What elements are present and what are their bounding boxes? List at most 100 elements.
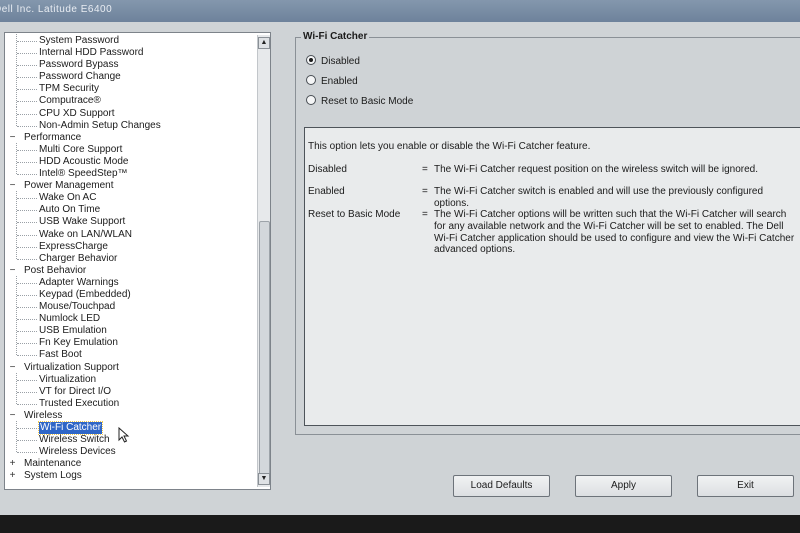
tree-item[interactable]: Internal HDD Password [5,46,255,60]
tree-connector [17,198,37,200]
tree-item[interactable]: CPU XD Support [5,106,255,120]
tree-item[interactable]: ExpressCharge [5,239,255,253]
tree-item-label: ExpressCharge [39,240,108,252]
tree-connector [17,379,37,381]
tree-item-label: Computrace® [39,95,101,107]
window-title: Dell Inc. Latitude E6400 [0,4,113,15]
collapse-icon[interactable]: − [8,181,17,191]
tree-connector [17,355,37,357]
tree-item[interactable]: Password Bypass [5,58,255,72]
tree-list: System Password Internal HDD Password Pass… [5,34,255,482]
tree-item-label: Wireless Devices [39,446,116,458]
expand-icon[interactable]: + [8,459,17,469]
radio-disabled[interactable]: Disabled [306,55,360,69]
tree-item[interactable]: Numlock LED [5,312,255,326]
tree-category[interactable]: − Virtualization Support [5,362,255,374]
tree-item[interactable]: Fn Key Emulation [5,336,255,350]
help-intro: This option lets you enable or disable t… [308,141,591,152]
tree-item-label: Wireless Switch [39,434,110,446]
definition-term: Enabled [308,186,345,197]
exit-button[interactable]: Exit [697,475,794,497]
tree-connector [17,77,37,79]
expand-icon[interactable]: + [8,471,17,481]
radio-button-icon[interactable] [306,55,316,65]
tree-item[interactable]: Mouse/Touchpad [5,300,255,314]
tree-connector [16,167,17,175]
tree-connector [17,294,37,296]
tree-item[interactable]: Auto On Time [5,203,255,217]
tree-item[interactable]: Adapter Warnings [5,275,255,289]
tree-item[interactable]: Wake on LAN/WLAN [5,227,255,241]
tree-item-label: Intel® SpeedStep™ [39,168,128,180]
tree-item-label: Charger Behavior [39,252,118,264]
definition-equals: = [422,186,428,197]
tree-connector [17,125,37,127]
tree-item[interactable]: VT for Direct I/O [5,384,255,398]
tree-category[interactable]: − Wireless [5,410,255,422]
tree-connector [17,391,37,393]
collapse-icon[interactable]: − [8,362,17,373]
tree-item-label: Auto On Time [39,204,101,216]
tree-item[interactable]: Virtualization [5,372,255,386]
tree-item[interactable]: System Password [5,34,255,47]
tree-item-label: Numlock LED [39,313,101,325]
tree-item-label: Maintenance [24,458,82,470]
tree-scrollbar[interactable]: ▲ ▼ [257,35,270,487]
tree-item[interactable]: Wake On AC [5,191,255,205]
tree-item-label: Trusted Execution [39,397,120,409]
tree-connector [17,331,37,333]
scroll-thumb[interactable] [259,221,270,479]
scroll-up-button[interactable]: ▲ [258,37,270,49]
tree-item[interactable]: Password Change [5,70,255,84]
tree-connector [17,53,37,55]
tree-item[interactable]: Intel® SpeedStep™ [5,167,255,180]
tree-connector [17,234,37,236]
tree-category[interactable]: − Power Management [5,180,255,192]
tree-item-label: Fn Key Emulation [39,337,118,349]
tree-item[interactable]: Fast Boot [5,348,255,361]
tree-connector [17,343,37,345]
tree-connector [17,403,37,405]
tree-connector [17,210,37,212]
scroll-down-button[interactable]: ▼ [258,473,270,485]
tree-item[interactable]: Multi Core Support [5,142,255,156]
definition-equals: = [422,164,428,175]
tree-item[interactable]: Non-Admin Setup Changes [5,118,255,132]
tree-item[interactable]: Trusted Execution [5,396,255,410]
tree-connector [16,118,17,126]
tree-connector [16,445,17,453]
tree-connector [17,258,37,260]
title-bar: Dell Inc. Latitude E6400 [0,0,800,22]
tree-item-label: CPU XD Support [39,107,115,119]
tree-item-label: Adapter Warnings [39,276,119,288]
definition-equals: = [422,209,428,220]
tree-item-label: Post Behavior [24,264,87,276]
tree-category[interactable]: + Maintenance [5,458,255,470]
radio-label: Reset to Basic Mode [321,96,414,107]
tree-category[interactable]: + System Logs [5,470,255,482]
collapse-icon[interactable]: − [8,265,17,276]
radio-button-icon[interactable] [306,95,316,105]
tree-item[interactable]: Computrace® [5,94,255,108]
radio-button-icon[interactable] [306,75,316,85]
radio-enabled[interactable]: Enabled [306,75,358,89]
tree-item[interactable]: USB Wake Support [5,215,255,229]
tree-item[interactable]: Keypad (Embedded) [5,287,255,301]
definition-term: Reset to Basic Mode [308,209,401,220]
tree-item[interactable]: Wireless Devices [5,445,255,458]
collapse-icon[interactable]: − [8,132,17,143]
load-defaults-button[interactable]: Load Defaults [453,475,550,497]
settings-tree[interactable]: System Password Internal HDD Password Pass… [4,32,271,490]
tree-item[interactable]: TPM Security [5,82,255,96]
tree-item-label: Wi-Fi Catcher [37,421,104,435]
collapse-icon[interactable]: − [8,410,17,421]
tree-category[interactable]: − Post Behavior [5,265,255,277]
tree-item[interactable]: HDD Acoustic Mode [5,154,255,168]
tree-item[interactable]: USB Emulation [5,324,255,338]
tree-category[interactable]: − Performance [5,132,255,144]
tree-item-label: Keypad (Embedded) [39,288,131,300]
tree-connector [17,161,37,163]
apply-button[interactable]: Apply [575,475,672,497]
tree-item[interactable]: Charger Behavior [5,251,255,265]
radio-reset-basic-mode[interactable]: Reset to Basic Mode [306,95,413,109]
